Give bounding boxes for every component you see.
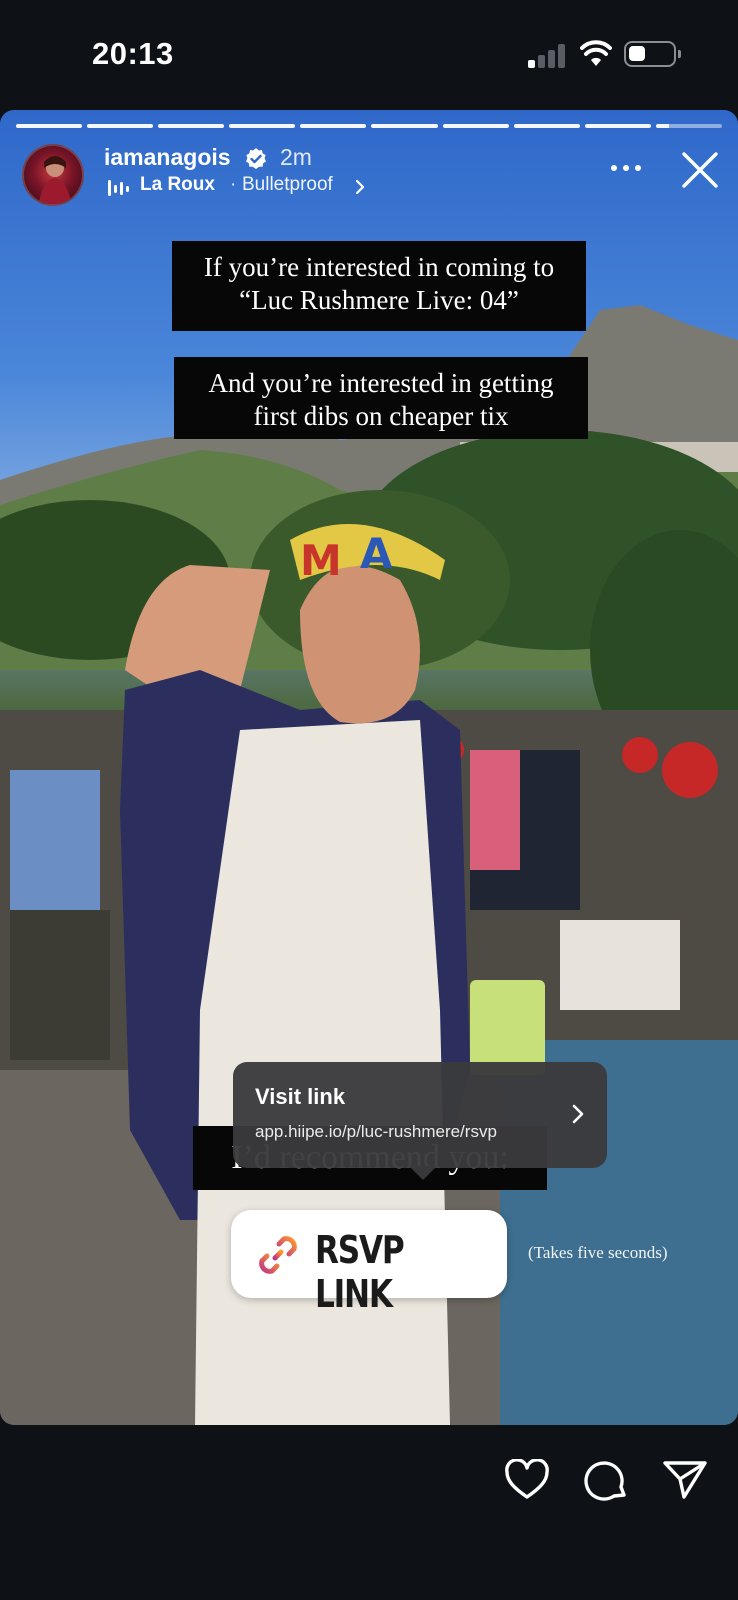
link-icon	[259, 1236, 297, 1274]
chevron-right-icon	[572, 1104, 584, 1124]
tooltip-tail	[409, 1166, 437, 1180]
visit-link-title: Visit link	[255, 1084, 346, 1109]
send-icon[interactable]	[662, 1457, 708, 1501]
battery-icon	[624, 41, 681, 67]
verified-badge-icon	[246, 148, 266, 169]
visit-link-url: app.hiipe.io/p/luc-rushmere/rsvp	[255, 1122, 497, 1141]
story-caption-1: If you’re interested in coming to “Luc R…	[172, 241, 586, 331]
music-separator: ·	[230, 174, 237, 195]
music-song[interactable]: Bulletproof	[242, 174, 333, 196]
status-time: 20:13	[92, 36, 174, 71]
music-artist[interactable]: La Roux	[140, 174, 215, 196]
post-time: 2m	[280, 144, 312, 170]
username[interactable]: iamanagois	[104, 144, 231, 171]
status-bar: 20:13	[0, 0, 738, 110]
chevron-right-icon[interactable]	[354, 178, 366, 196]
heart-icon[interactable]	[504, 1459, 550, 1501]
svg-text:M: M	[300, 536, 342, 585]
avatar[interactable]	[22, 144, 84, 206]
story-viewer[interactable]: M A iamanagois 2m La Roux · Bulletproof …	[0, 110, 738, 1425]
wifi-icon	[580, 40, 612, 66]
story-caption-2: And you’re interested in getting first d…	[174, 357, 588, 439]
cellular-signal-icon	[528, 42, 568, 68]
svg-text:A: A	[360, 529, 393, 578]
visit-link-tooltip[interactable]: Visit link app.hiipe.io/p/luc-rushmere/r…	[233, 1062, 607, 1180]
close-icon[interactable]	[680, 150, 720, 190]
comment-icon[interactable]	[584, 1457, 630, 1503]
story-progress-bar	[16, 124, 722, 128]
more-options-icon[interactable]	[606, 155, 646, 181]
rsvp-link-sticker[interactable]: RSVP LINK	[231, 1210, 507, 1316]
story-actions-bar	[0, 1425, 738, 1600]
rsvp-link-label: RSVP LINK	[315, 1228, 405, 1316]
takes-five-note: (Takes five seconds)	[528, 1243, 668, 1262]
music-bars-icon	[108, 180, 129, 196]
